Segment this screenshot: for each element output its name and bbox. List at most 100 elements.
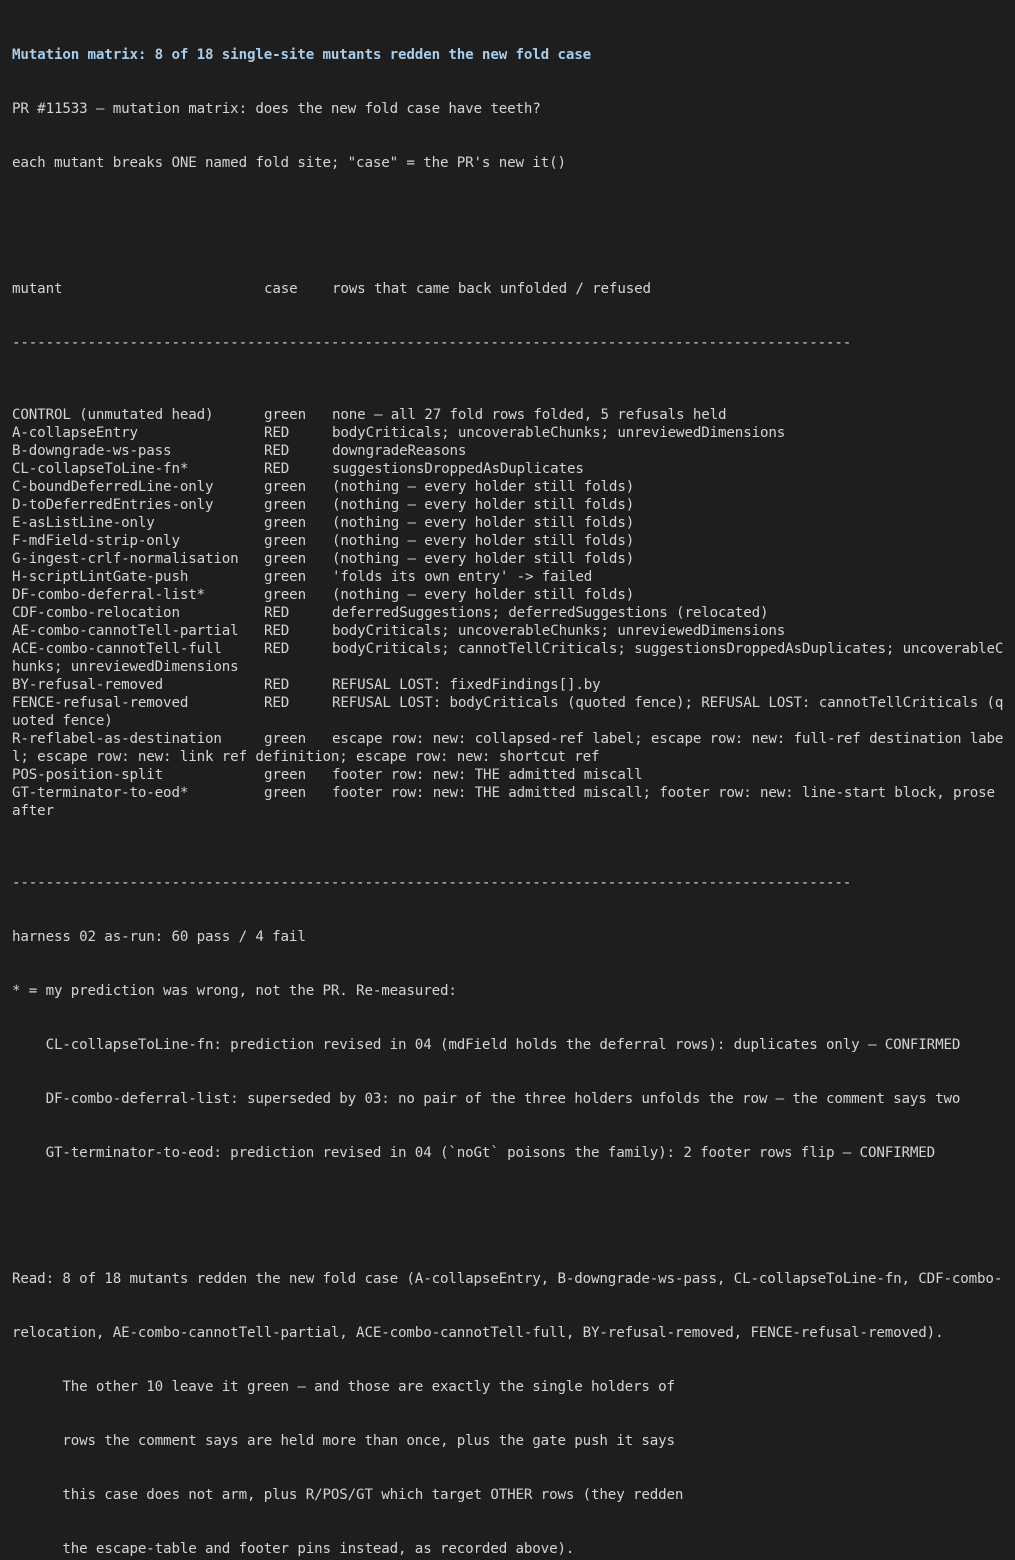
case-cell: RED — [264, 425, 290, 441]
rows-cell: REFUSAL LOST: bodyCriticals (quoted fenc… — [332, 695, 1004, 711]
table-row: G-ingest-crlf-normalisation green (nothing… — [12, 550, 1003, 568]
case-cell: RED — [264, 695, 290, 711]
read-line: rows the comment says are held more than… — [12, 1433, 675, 1449]
table-row: ACE-combo-cannotTell-full RED bodyCritical… — [12, 640, 1003, 658]
rows-cell: 'folds its own entry' -> failed — [332, 569, 593, 585]
table-row: CL-collapseToLine-fn* RED suggestionsDropp… — [12, 460, 1003, 478]
table-row: POS-position-split green footer row: new: … — [12, 766, 1003, 784]
column-header-mutant: mutant — [12, 281, 63, 297]
case-cell: green — [264, 731, 306, 747]
table-row: DF-combo-deferral-list* green (nothing — e… — [12, 586, 1003, 604]
table-row: H-scriptLintGate-push green 'folds its own… — [12, 568, 1003, 586]
mutant-cell: D-toDeferredEntries-only — [12, 497, 214, 513]
case-cell: green — [264, 587, 306, 603]
mutant-cell: POS-position-split — [12, 767, 164, 783]
rows-cell-continuation: uoted fence) — [12, 713, 113, 729]
note-item: GT-terminator-to-eod: prediction revised… — [12, 1145, 936, 1161]
read-line: relocation, AE-combo-cannotTell-partial,… — [12, 1325, 944, 1341]
case-cell: green — [264, 497, 306, 513]
rows-cell: escape row: new: collapsed-ref label; es… — [332, 731, 1004, 747]
mutant-cell: CDF-combo-relocation — [12, 605, 180, 621]
table-separator-bottom: ----------------------------------------… — [12, 875, 852, 891]
rows-cell: (nothing — every holder still folds) — [332, 551, 635, 567]
mutant-cell: H-scriptLintGate-push — [12, 569, 189, 585]
column-header-rows: rows that came back unfolded / refused — [332, 281, 651, 297]
mutant-cell: C-boundDeferredLine-only — [12, 479, 214, 495]
rows-cell-continuation: after — [12, 803, 54, 819]
mutant-cell: G-ingest-crlf-normalisation — [12, 551, 239, 567]
column-header-case: case — [264, 281, 298, 297]
case-cell: green — [264, 533, 306, 549]
case-cell: RED — [264, 641, 290, 657]
mutant-cell: ACE-combo-cannotTell-full — [12, 641, 222, 657]
case-cell: green — [264, 569, 306, 585]
note-item: DF-combo-deferral-list: superseded by 03… — [12, 1091, 961, 1107]
mutant-cell: E-asListLine-only — [12, 515, 155, 531]
mutant-cell: F-mdField-strip-only — [12, 533, 180, 549]
rows-cell-continuation: l; escape row: new: link ref definition;… — [12, 749, 600, 765]
rows-cell: (nothing — every holder still folds) — [332, 479, 635, 495]
case-cell: green — [264, 479, 306, 495]
prediction-note: * = my prediction was wrong, not the PR.… — [12, 983, 457, 999]
mutant-cell: FENCE-refusal-removed — [12, 695, 189, 711]
rows-cell: (nothing — every holder still folds) — [332, 497, 635, 513]
read-line: The other 10 leave it green — and those … — [12, 1379, 675, 1395]
table-row: BY-refusal-removed RED REFUSAL LOST: fixed… — [12, 676, 1003, 694]
terminal-window[interactable]: Mutation matrix: 8 of 18 single-site mut… — [0, 0, 1015, 1557]
table-row: D-toDeferredEntries-only green (nothing — … — [12, 496, 1003, 514]
rows-cell: bodyCriticals; uncoverableChunks; unrevi… — [332, 425, 786, 441]
mutant-cell: R-reflabel-as-destination — [12, 731, 222, 747]
mutant-cell: A-collapseEntry — [12, 425, 138, 441]
mutant-cell: CL-collapseToLine-fn* — [12, 461, 189, 477]
mutant-cell: GT-terminator-to-eod* — [12, 785, 189, 801]
table-row: AE-combo-cannotTell-partial RED bodyCritic… — [12, 622, 1003, 640]
case-cell: green — [264, 515, 306, 531]
mutant-cell: AE-combo-cannotTell-partial — [12, 623, 239, 639]
table-body: CONTROL (unmutated head) green none — all … — [12, 406, 1003, 820]
rows-cell: (nothing — every holder still folds) — [332, 515, 635, 531]
rows-cell: footer row: new: THE admitted miscall — [332, 767, 643, 783]
case-cell: green — [264, 551, 306, 567]
case-cell: green — [264, 767, 306, 783]
read-line: Read: 8 of 18 mutants redden the new fol… — [12, 1271, 1003, 1287]
rows-cell: (nothing — every holder still folds) — [332, 533, 635, 549]
read-line: this case does not arm, plus R/POS/GT wh… — [12, 1487, 684, 1503]
table-separator-top: ----------------------------------------… — [12, 335, 852, 351]
table-row: C-boundDeferredLine-only green (nothing — … — [12, 478, 1003, 496]
table-row: F-mdField-strip-only green (nothing — ever… — [12, 532, 1003, 550]
table-row: GT-terminator-to-eod* green footer row: ne… — [12, 784, 1003, 802]
case-cell: green — [264, 407, 306, 423]
description-line: each mutant breaks ONE named fold site; … — [12, 155, 566, 171]
rows-cell: none — all 27 fold rows folded, 5 refusa… — [332, 407, 727, 423]
case-cell: RED — [264, 677, 290, 693]
rows-cell: suggestionsDroppedAsDuplicates — [332, 461, 584, 477]
mutant-cell: CONTROL (unmutated head) — [12, 407, 214, 423]
rows-cell: deferredSuggestions; deferredSuggestions… — [332, 605, 769, 621]
page-title: Mutation matrix: 8 of 18 single-site mut… — [12, 47, 592, 63]
rows-cell: bodyCriticals; uncoverableChunks; unrevi… — [332, 623, 786, 639]
case-cell: RED — [264, 623, 290, 639]
case-cell: RED — [264, 461, 290, 477]
rows-cell: downgradeReasons — [332, 443, 467, 459]
rows-cell-continuation: hunks; unreviewedDimensions — [12, 659, 239, 675]
case-cell: green — [264, 785, 306, 801]
harness-result: harness 02 as-run: 60 pass / 4 fail — [12, 929, 306, 945]
table-row: A-collapseEntry RED bodyCriticals; uncover… — [12, 424, 1003, 442]
case-cell: RED — [264, 605, 290, 621]
rows-cell: REFUSAL LOST: fixedFindings[].by — [332, 677, 601, 693]
rows-cell: footer row: new: THE admitted miscall; f… — [332, 785, 995, 801]
table-row: R-reflabel-as-destination green escape row… — [12, 730, 1003, 748]
table-row: CONTROL (unmutated head) green none — all … — [12, 406, 1003, 424]
table-row: E-asListLine-only green (nothing — every h… — [12, 514, 1003, 532]
rows-cell: bodyCriticals; cannotTellCriticals; sugg… — [332, 641, 1004, 657]
pr-line: PR #11533 — mutation matrix: does the ne… — [12, 101, 541, 117]
table-row: CDF-combo-relocation RED deferredSuggestio… — [12, 604, 1003, 622]
table-row: FENCE-refusal-removed RED REFUSAL LOST: bo… — [12, 694, 1003, 712]
mutant-cell: DF-combo-deferral-list* — [12, 587, 206, 603]
note-item: CL-collapseToLine-fn: prediction revised… — [12, 1037, 961, 1053]
table-row: B-downgrade-ws-pass RED downgradeReasons — [12, 442, 1003, 460]
mutant-cell: BY-refusal-removed — [12, 677, 164, 693]
mutant-cell: B-downgrade-ws-pass — [12, 443, 172, 459]
